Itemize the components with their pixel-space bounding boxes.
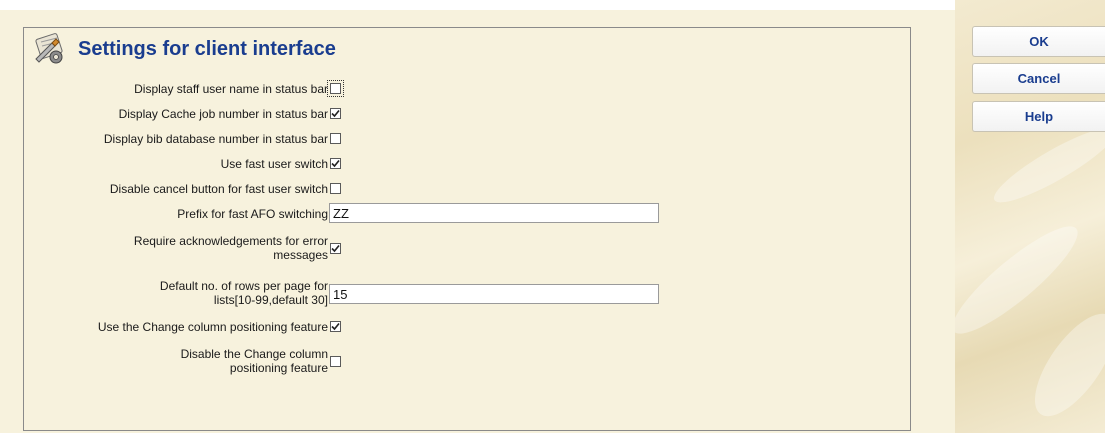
label-display-cache-job-number: Display Cache job number in status bar — [118, 107, 328, 121]
checkbox-use-fast-user-switch[interactable] — [330, 158, 341, 169]
button-sidebar: OK Cancel Help — [955, 0, 1105, 433]
help-button[interactable]: Help — [972, 101, 1105, 132]
label-require-acknowledgements: Require acknowledgements for error messa… — [133, 234, 328, 262]
top-strip — [0, 0, 955, 10]
marble-texture — [955, 213, 1090, 347]
rows-per-page-input[interactable] — [329, 284, 659, 304]
checkbox-require-acknowledgements[interactable] — [330, 243, 341, 254]
page-title: Settings for client interface — [78, 37, 336, 60]
checkbox-disable-cancel-button[interactable] — [330, 183, 341, 194]
label-default-rows-per-page: Default no. of rows per page for lists[1… — [159, 279, 328, 307]
title-row: Settings for client interface — [32, 32, 336, 66]
checkbox-use-change-column-positioning[interactable] — [330, 321, 341, 332]
label-display-staff-user-name: Display staff user name in status bar — [134, 82, 328, 96]
checkbox-disable-change-column-positioning[interactable] — [330, 356, 341, 367]
checkbox-display-staff-user-name[interactable] — [327, 80, 344, 97]
label-use-fast-user-switch: Use fast user switch — [220, 157, 328, 171]
label-prefix-fast-afo-switching: Prefix for fast AFO switching — [177, 207, 328, 221]
checkmark-icon — [331, 244, 340, 253]
checkmark-icon — [331, 159, 340, 168]
label-display-bib-database-number: Display bib database number in status ba… — [103, 132, 328, 146]
checkmark-icon — [331, 109, 340, 118]
checkbox-display-bib-database-number[interactable] — [330, 133, 341, 144]
ok-button[interactable]: OK — [972, 26, 1105, 57]
cancel-button[interactable]: Cancel — [972, 63, 1105, 94]
settings-panel: Settings for client interface Display st… — [23, 27, 911, 431]
settings-tools-icon — [35, 33, 63, 64]
label-use-change-column-positioning: Use the Change column positioning featur… — [97, 320, 328, 334]
prefix-fast-afo-input[interactable] — [329, 203, 659, 223]
checkbox-display-cache-job-number[interactable] — [330, 108, 341, 119]
marble-texture — [1020, 301, 1105, 429]
label-disable-change-column-positioning: Disable the Change column positioning fe… — [180, 347, 328, 375]
checkmark-icon — [331, 322, 340, 331]
label-disable-cancel-button: Disable cancel button for fast user swit… — [109, 182, 328, 196]
